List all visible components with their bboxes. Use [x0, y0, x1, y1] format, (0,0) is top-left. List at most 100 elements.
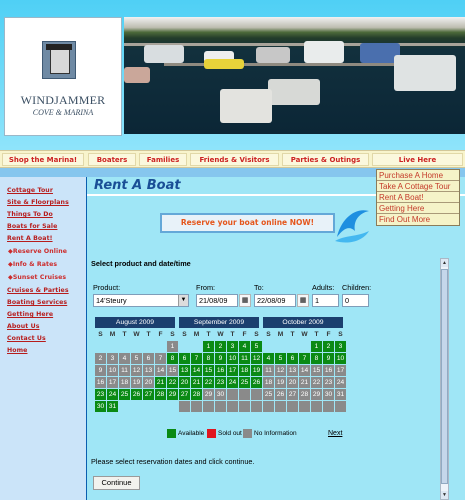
calendar-day[interactable]: 5	[275, 353, 286, 364]
nav-families[interactable]: Families	[139, 153, 187, 166]
calendar-day: 10	[107, 365, 118, 376]
sidebar-item-home[interactable]: Home	[7, 347, 27, 354]
calendar-day[interactable]: 10	[335, 353, 346, 364]
calendar-day[interactable]: 30	[95, 401, 106, 412]
adults-field[interactable]: 1	[312, 294, 339, 307]
form-heading: Select product and date/time	[91, 259, 191, 268]
scroll-up-icon[interactable]: ▲	[441, 259, 448, 267]
calendar-day[interactable]: 19	[251, 365, 262, 376]
calendar-day: 18	[119, 377, 130, 388]
menu-item-cottage-tour[interactable]: Take A Cottage Tour	[377, 181, 459, 192]
sidebar-item-cottage-tour[interactable]: Cottage Tour	[7, 187, 53, 194]
calendar-day[interactable]: 1	[203, 341, 214, 352]
to-calendar-icon[interactable]: ▦	[297, 294, 309, 307]
sidebar-item-getting-here[interactable]: Getting Here	[7, 311, 53, 318]
calendar-day[interactable]: 23	[215, 377, 226, 388]
menu-item-getting-here[interactable]: Getting Here	[377, 203, 459, 214]
calendar-day[interactable]: 23	[95, 389, 106, 400]
from-calendar-icon[interactable]: ▦	[239, 294, 251, 307]
sidebar-item-contact-us[interactable]: Contact Us	[7, 335, 46, 342]
calendar-day[interactable]: 4	[263, 353, 274, 364]
calendar-day[interactable]: 2	[215, 341, 226, 352]
scrollbar[interactable]: ▲ ▼	[440, 258, 449, 500]
reserve-online-banner[interactable]: Reserve your boat online NOW!	[160, 213, 335, 233]
calendar-day[interactable]: 13	[179, 365, 190, 376]
calendar-day[interactable]: 8	[203, 353, 214, 364]
nav-parties-outings[interactable]: Parties & Outings	[282, 153, 369, 166]
calendar-day[interactable]: 9	[323, 353, 334, 364]
children-field[interactable]: 0	[342, 294, 369, 307]
calendar-day[interactable]: 17	[227, 365, 238, 376]
sidebar-item-things-to-do[interactable]: Things To Do	[7, 211, 53, 218]
calendar-day: 4	[119, 353, 130, 364]
calendar-day[interactable]: 2	[323, 341, 334, 352]
calendar-day[interactable]: 6	[179, 353, 190, 364]
calendar-day: 21	[299, 377, 310, 388]
calendar-day[interactable]: 11	[239, 353, 250, 364]
calendar-day[interactable]: 22	[203, 377, 214, 388]
calendar-day[interactable]: 8	[311, 353, 322, 364]
sidebar-item-rent-a-boat[interactable]: Rent A Boat!	[7, 235, 53, 242]
calendar-day[interactable]: 8	[167, 353, 178, 364]
product-select[interactable]: 14'Steury ▼	[93, 294, 189, 307]
calendar-day[interactable]: 31	[107, 401, 118, 412]
calendar-day[interactable]: 14	[191, 365, 202, 376]
next-month-link[interactable]: Next	[328, 430, 342, 437]
continue-button[interactable]: Continue	[93, 476, 140, 490]
menu-item-purchase-home[interactable]: Purchase A Home	[377, 170, 459, 181]
calendar-day[interactable]: 10	[227, 353, 238, 364]
calendar-day	[227, 389, 238, 400]
nav-live-here[interactable]: Live Here	[372, 153, 463, 166]
nav-shop[interactable]: Shop the Marina!	[2, 153, 84, 166]
scroll-down-icon[interactable]: ▼	[441, 491, 448, 499]
calendar-day[interactable]: 21	[191, 377, 202, 388]
calendar-day[interactable]: 3	[227, 341, 238, 352]
calendar-day[interactable]: 20	[179, 377, 190, 388]
calendar-day[interactable]: 29	[167, 389, 178, 400]
calendar-day[interactable]: 25	[239, 377, 250, 388]
sidebar-item-boating-services[interactable]: Boating Services	[7, 299, 67, 306]
calendar-day[interactable]: 16	[215, 365, 226, 376]
calendar-day[interactable]: 21	[155, 377, 166, 388]
calendar-day[interactable]: 28	[155, 389, 166, 400]
sidebar-item-boats-for-sale[interactable]: Boats for Sale	[7, 223, 57, 230]
sidebar-item-site-floorplans[interactable]: Site & Floorplans	[7, 199, 69, 206]
logo[interactable]: WINDJAMMER COVE & MARINA	[4, 17, 122, 136]
from-date-field[interactable]: 21/08/09	[196, 294, 238, 307]
calendar-day[interactable]: 27	[179, 389, 190, 400]
calendar-day	[191, 341, 202, 352]
calendar-day[interactable]: 7	[191, 353, 202, 364]
to-date-field[interactable]: 22/08/09	[254, 294, 296, 307]
calendar-day[interactable]: 26	[251, 377, 262, 388]
calendar-day[interactable]: 22	[167, 377, 178, 388]
chevron-down-icon[interactable]: ▼	[178, 295, 188, 306]
calendar-day[interactable]: 24	[227, 377, 238, 388]
sidebar-item-info-rates[interactable]: ◆Info & Rates	[8, 261, 57, 268]
nav-boaters[interactable]: Boaters	[88, 153, 136, 166]
calendar-day[interactable]: 7	[299, 353, 310, 364]
calendar-day[interactable]: 9	[215, 353, 226, 364]
calendar-day	[323, 401, 334, 412]
calendar-day[interactable]: 6	[287, 353, 298, 364]
sidebar-item-about-us[interactable]: About Us	[7, 323, 40, 330]
menu-item-rent-a-boat[interactable]: Rent A Boat!	[377, 192, 459, 203]
sidebar-item-reserve-online[interactable]: ◆Reserve Online	[8, 248, 67, 255]
calendar-day[interactable]: 24	[107, 389, 118, 400]
nav-friends-visitors[interactable]: Friends & Visitors	[190, 153, 279, 166]
sidebar-item-cruises-parties[interactable]: Cruises & Parties	[7, 287, 69, 294]
calendar-day[interactable]: 25	[119, 389, 130, 400]
calendar-day[interactable]: 1	[311, 341, 322, 352]
calendar-day[interactable]: 27	[143, 389, 154, 400]
calendar-day[interactable]: 5	[251, 341, 262, 352]
sidebar-item-sunset-cruises[interactable]: ◆Sunset Cruises	[8, 274, 66, 281]
calendar-day[interactable]: 18	[239, 365, 250, 376]
calendar-day: 12	[131, 365, 142, 376]
calendar-day[interactable]: 12	[251, 353, 262, 364]
scrollbar-thumb[interactable]	[441, 269, 448, 484]
calendar-day[interactable]: 28	[191, 389, 202, 400]
calendar-day[interactable]: 26	[131, 389, 142, 400]
menu-item-find-out-more[interactable]: Find Out More	[377, 214, 459, 225]
calendar-day[interactable]: 3	[335, 341, 346, 352]
calendar-day[interactable]: 15	[203, 365, 214, 376]
calendar-day[interactable]: 4	[239, 341, 250, 352]
